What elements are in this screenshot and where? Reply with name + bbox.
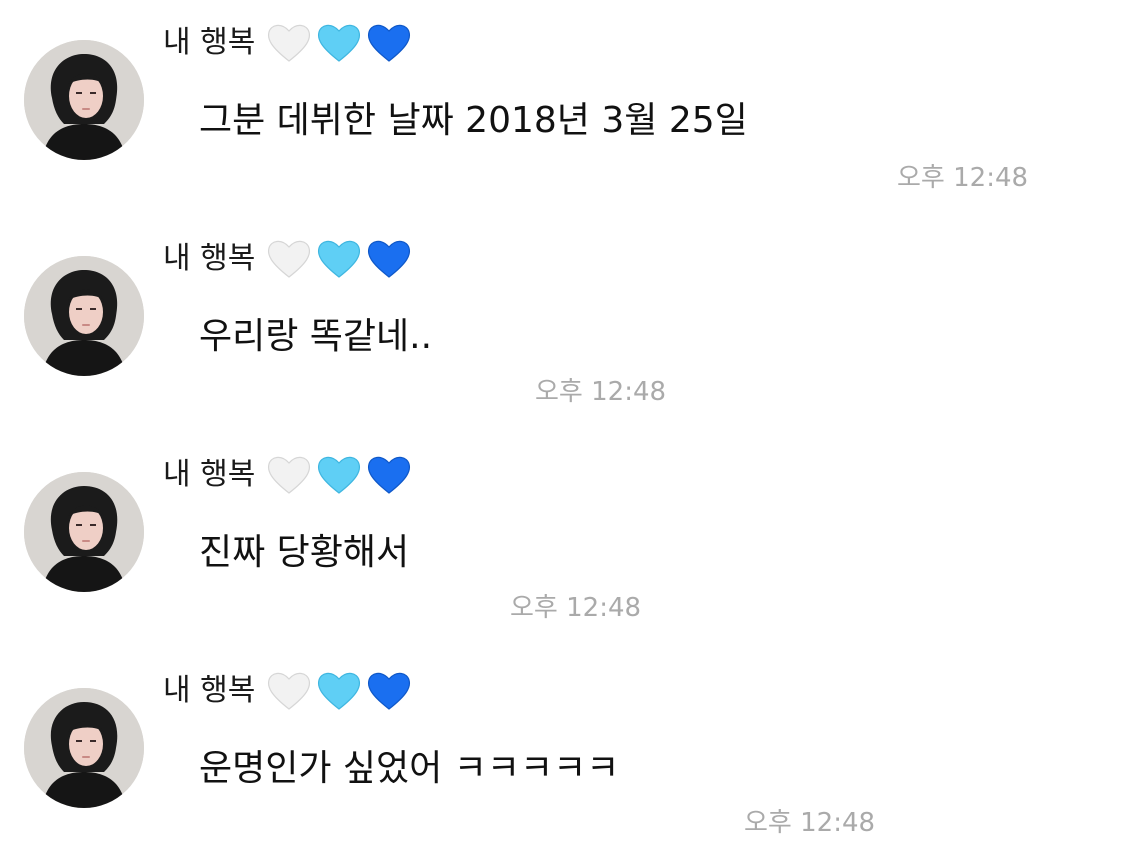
sender-header: 내 행복 bbox=[163, 18, 417, 68]
blue-heart-icon bbox=[367, 455, 411, 495]
sender-name: 내 행복 bbox=[163, 25, 256, 60]
message-row: 내 행복 운명인가 싶었어 ㅋㅋㅋㅋㅋ 오후 12:48 bbox=[0, 648, 1133, 858]
sender-header: 내 행복 bbox=[163, 666, 417, 716]
message-row: 내 행복 진짜 당황해서 오후 12:48 bbox=[0, 432, 1133, 642]
message-row: 내 행복 우리랑 똑같네.. 오후 12:48 bbox=[0, 216, 1133, 426]
sender-name: 내 행복 bbox=[163, 241, 256, 276]
white-heart-icon bbox=[267, 239, 311, 279]
avatar[interactable] bbox=[24, 40, 144, 160]
white-heart-icon bbox=[267, 671, 311, 711]
blue-heart-icon bbox=[367, 239, 411, 279]
avatar[interactable] bbox=[24, 256, 144, 376]
message-text[interactable]: 우리랑 똑같네.. bbox=[199, 313, 432, 361]
timestamp: 오후 12:48 bbox=[510, 593, 642, 623]
light-blue-heart-icon bbox=[317, 455, 361, 495]
sender-name: 내 행복 bbox=[163, 673, 256, 708]
blue-heart-icon bbox=[367, 23, 411, 63]
light-blue-heart-icon bbox=[317, 239, 361, 279]
timestamp: 오후 12:48 bbox=[897, 163, 1029, 193]
sender-header: 내 행복 bbox=[163, 450, 417, 500]
timestamp: 오후 12:48 bbox=[744, 808, 876, 838]
sender-header: 내 행복 bbox=[163, 234, 417, 284]
timestamp: 오후 12:48 bbox=[535, 377, 667, 407]
blue-heart-icon bbox=[367, 671, 411, 711]
message-text[interactable]: 진짜 당황해서 bbox=[199, 529, 409, 577]
avatar[interactable] bbox=[24, 472, 144, 592]
white-heart-icon bbox=[267, 23, 311, 63]
white-heart-icon bbox=[267, 455, 311, 495]
sender-name: 내 행복 bbox=[163, 457, 256, 492]
message-text[interactable]: 운명인가 싶었어 ㅋㅋㅋㅋㅋ bbox=[199, 745, 619, 793]
avatar[interactable] bbox=[24, 688, 144, 808]
message-row: 내 행복 그분 데뷔한 날짜 2018년 3월 25일 오후 12:48 bbox=[0, 0, 1133, 210]
light-blue-heart-icon bbox=[317, 671, 361, 711]
message-text[interactable]: 그분 데뷔한 날짜 2018년 3월 25일 bbox=[199, 97, 748, 145]
light-blue-heart-icon bbox=[317, 23, 361, 63]
